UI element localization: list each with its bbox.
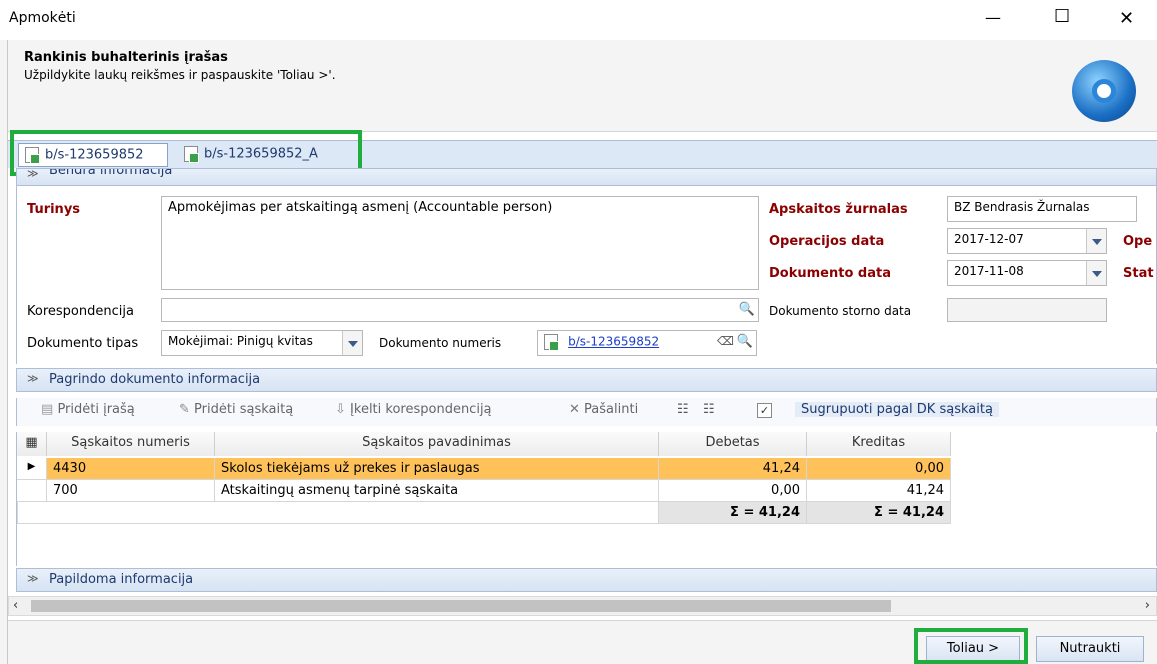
korespondencija-input[interactable]: 🔍 — [161, 298, 759, 322]
total-debit: Σ = 41,24 — [659, 502, 807, 524]
section-label: Bendra informacija — [49, 168, 173, 178]
row-indicator[interactable] — [17, 480, 47, 502]
section-label: Papildoma informacija — [49, 572, 194, 587]
doc-date-picker[interactable]: 2017-11-08 — [947, 260, 1107, 286]
turinys-textarea[interactable]: Apmokėjimas per atskaitingą asmenį (Acco… — [161, 196, 759, 290]
table-row-cell-number[interactable]: 4430 — [47, 458, 215, 480]
search-icon[interactable]: 🔍 — [736, 299, 758, 321]
doc-type-value: Mokėjimai: Pinigų kvitas — [168, 334, 313, 348]
doc-number-link[interactable]: b/s-123659852 — [568, 335, 659, 349]
column-header-account-name[interactable]: Sąskaitos pavadinimas — [215, 432, 659, 456]
load-correspondence-button[interactable]: ⇩ Įkelti korespondenciją — [335, 402, 492, 417]
section-additional-info[interactable]: ≫ Papildoma informacija — [16, 568, 1157, 592]
total-credit: Σ = 41,24 — [807, 502, 951, 524]
search-icon[interactable]: 🔍 — [734, 331, 756, 355]
storno-date-field — [947, 298, 1107, 322]
table-row-cell-debit[interactable]: 41,24 — [659, 458, 807, 480]
expand-chevron-icon: ≫ — [27, 572, 39, 585]
totals-row-spacer — [17, 502, 659, 524]
wizard-header: Rankinis buhalterinis įrašas Užpildykite… — [8, 40, 1157, 132]
storno-label: Dokumento storno data — [769, 304, 912, 318]
doc-type-select[interactable]: Mokėjimai: Pinigų kvitas — [161, 330, 363, 356]
eraser-icon[interactable]: ⌫ — [717, 334, 734, 348]
group-checkbox[interactable]: ✓ — [757, 403, 772, 418]
scroll-left-icon[interactable]: ‹ — [13, 598, 18, 613]
grid-toolbar: ▤ Pridėti įrašą ✎ Pridėti sąskaitą ⇩ Įke… — [16, 398, 1157, 426]
expand-chevron-icon: ≫ — [27, 372, 39, 385]
doc-number-field: b/s-123659852 ⌫ 🔍 — [537, 330, 757, 356]
import-icon: ⇩ — [335, 402, 346, 417]
scrollbar-thumb[interactable] — [31, 600, 891, 612]
journal-field[interactable]: BZ Bendrasis Žurnalas — [947, 196, 1137, 222]
collapse-all-icon[interactable]: ☷ — [703, 402, 715, 417]
table-row-cell-credit[interactable]: 0,00 — [807, 458, 951, 480]
chevron-down-icon[interactable] — [1086, 229, 1106, 253]
close-button[interactable]: ✕ — [1119, 8, 1134, 29]
minimize-button[interactable]: — — [985, 8, 1001, 27]
next-button-highlight — [914, 628, 1028, 664]
column-header-account-number[interactable]: Sąskaitos numeris — [47, 432, 215, 456]
document-icon: ▤ — [41, 402, 54, 417]
row-indicator-icon[interactable]: ▶ — [17, 458, 47, 480]
accounts-grid: ▦ Sąskaitos numeris Sąskaitos pavadinima… — [16, 432, 1157, 566]
app-logo-icon — [1072, 60, 1136, 122]
column-header-credit[interactable]: Kreditas — [807, 432, 951, 456]
stat-truncated-label: Stat — [1123, 266, 1154, 281]
doc-type-label: Dokumento tipas — [27, 336, 139, 351]
section-base-document[interactable]: ≫ Pagrindo dokumento informacija — [16, 368, 1157, 392]
table-row-cell-name[interactable]: Atskaitingų asmenų tarpinė sąskaita — [215, 480, 659, 502]
window-title: Apmokėti — [9, 10, 76, 26]
delete-x-icon: ✕ — [569, 402, 580, 417]
doc-date-label: Dokumento data — [769, 266, 891, 281]
table-row-cell-debit[interactable]: 0,00 — [659, 480, 807, 502]
cancel-button[interactable]: Nutraukti — [1036, 636, 1144, 662]
turinys-label: Turinys — [27, 202, 81, 217]
header-title: Rankinis buhalterinis įrašas — [24, 50, 228, 65]
section-label: Pagrindo dokumento informacija — [49, 372, 261, 387]
section-general-info[interactable]: ≫ Bendra informacija — [16, 168, 1157, 186]
grid-corner-icon[interactable]: ▦ — [17, 432, 47, 456]
add-entry-button[interactable]: ▤ Pridėti įrašą — [41, 402, 135, 417]
left-border — [0, 40, 8, 664]
table-row-cell-credit[interactable]: 41,24 — [807, 480, 951, 502]
table-row-cell-number[interactable]: 700 — [47, 480, 215, 502]
op-date-picker[interactable]: 2017-12-07 — [947, 228, 1107, 254]
op-date-label: Operacijos data — [769, 234, 885, 249]
op-truncated-label: Ope — [1123, 234, 1153, 249]
scroll-right-icon[interactable]: › — [1145, 598, 1150, 613]
group-by-account-label[interactable]: Sugrupuoti pagal DK sąskaitą — [795, 402, 999, 417]
column-header-debit[interactable]: Debetas — [659, 432, 807, 456]
add-account-button[interactable]: ✎ Pridėti sąskaitą — [179, 402, 293, 417]
op-date-value: 2017-12-07 — [954, 232, 1024, 246]
pencil-icon: ✎ — [179, 402, 190, 417]
horizontal-scrollbar[interactable]: ‹ › — [8, 596, 1157, 616]
doc-date-value: 2017-11-08 — [954, 264, 1024, 278]
table-row-cell-name[interactable]: Skolos tiekėjams už prekes ir paslaugas — [215, 458, 659, 480]
maximize-button[interactable]: ☐ — [1054, 6, 1070, 27]
expand-all-icon[interactable]: ☷ — [677, 402, 689, 417]
doc-number-label: Dokumento numeris — [379, 336, 502, 350]
korespondencija-label: Korespondencija — [27, 304, 134, 319]
title-bar: Apmokėti — ☐ ✕ — [0, 0, 1157, 40]
chevron-down-icon[interactable] — [1086, 261, 1106, 285]
collapse-chevron-icon: ≫ — [27, 168, 39, 180]
journal-label: Apskaitos žurnalas — [769, 202, 908, 217]
general-form: Turinys Apmokėjimas per atskaitingą asme… — [16, 186, 1157, 364]
header-subtitle: Užpildykite laukų reikšmes ir paspauskit… — [24, 68, 336, 82]
document-icon — [544, 334, 559, 351]
chevron-down-icon[interactable] — [342, 331, 362, 355]
delete-button[interactable]: ✕ Pašalinti — [569, 402, 638, 417]
